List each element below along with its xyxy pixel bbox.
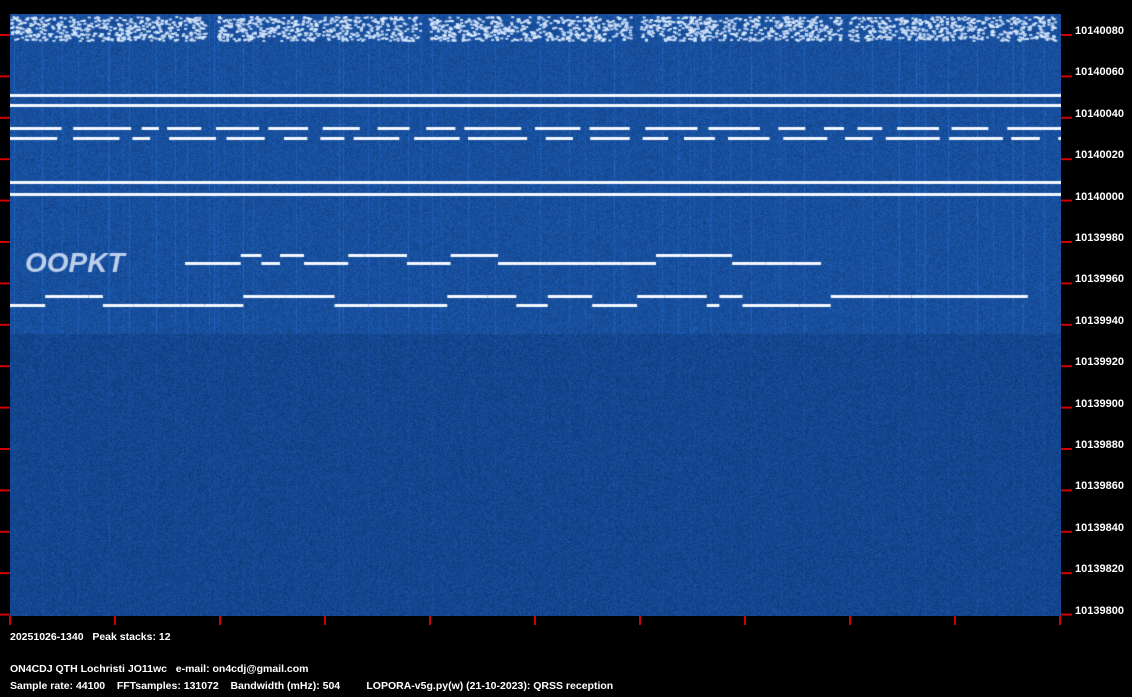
frequency-label: 10139940 (1075, 314, 1124, 327)
frequency-label: 10139800 (1075, 604, 1124, 617)
email: e-mail: on4cdj@gmail.com (175, 663, 309, 675)
frequency-label: 10139900 (1075, 397, 1124, 410)
frequency-label: 10139840 (1075, 521, 1124, 534)
frequency-label: 10139820 (1075, 563, 1124, 576)
bandwidth: Bandwidth (mHz): 504 (230, 680, 341, 692)
software-version: LOPORA-v5g.py(w) (21-10-2023): QRSS rece… (366, 680, 614, 692)
axis-ticks (0, 34, 1072, 625)
sample-rate: Sample rate: 44100 (10, 680, 106, 692)
frequency-label: 10140060 (1075, 66, 1124, 79)
frequency-label: 10139860 (1075, 480, 1124, 493)
fft-samples: FFTsamples: 131072 (116, 680, 219, 692)
footer-line-1: 20251026-1340 Peak stacks: 12 (10, 631, 171, 643)
frequency-label: 10140000 (1075, 190, 1124, 203)
frequency-label: 10140020 (1075, 149, 1124, 162)
peak-stacks: Peak stacks: 12 (92, 631, 171, 643)
footer-line-3: Sample rate: 44100 FFTsamples: 131072 Ba… (10, 680, 613, 692)
frequency-label: 10140040 (1075, 107, 1124, 120)
frequency-label: 10140080 (1075, 25, 1124, 37)
timestamp: 20251026-1340 (10, 631, 84, 643)
footer-line-2: ON4CDJ QTH Lochristi JO11wc e-mail: on4c… (10, 663, 309, 675)
frequency-label: 10139880 (1075, 439, 1124, 451)
station-info: ON4CDJ QTH Lochristi JO11wc (10, 663, 167, 675)
frequency-label: 10139960 (1075, 273, 1124, 286)
frequency-label: 10139980 (1075, 232, 1124, 244)
frequency-label: 10139920 (1075, 356, 1124, 369)
